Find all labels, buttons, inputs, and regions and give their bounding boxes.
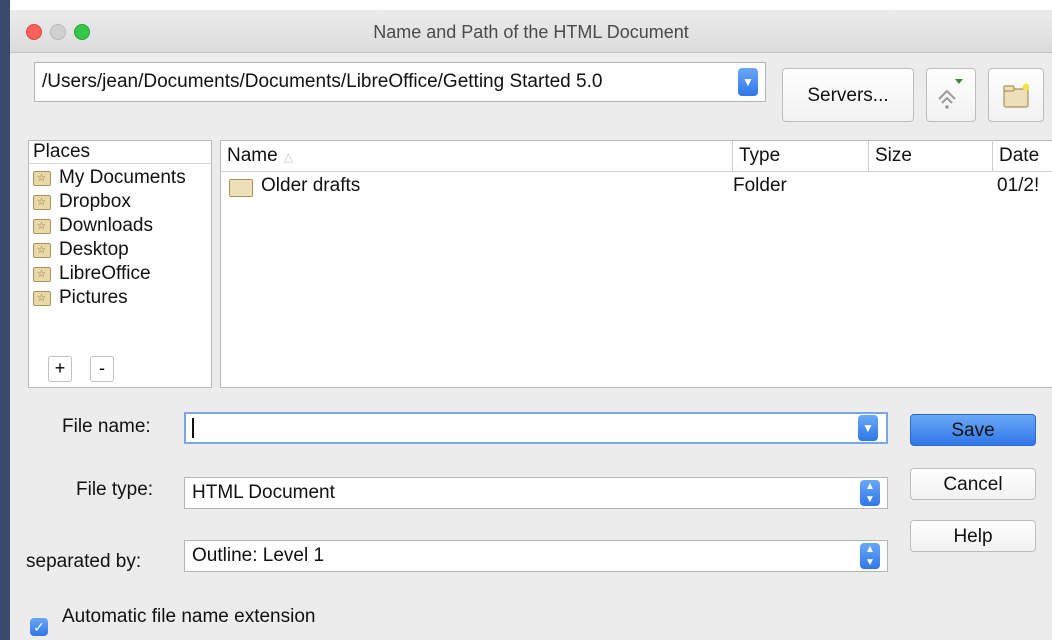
file-row-name[interactable]: Older drafts [261,175,360,197]
save-button[interactable]: Save [910,414,1036,446]
dialog-title: Name and Path of the HTML Document [373,22,689,42]
new-folder-button[interactable] [988,68,1044,122]
place-pictures[interactable]: ☆ Pictures [33,287,128,309]
text-caret [192,418,194,438]
place-downloads[interactable]: ☆ Downloads [33,215,153,237]
cancel-button[interactable]: Cancel [910,468,1036,500]
place-label: Dropbox [59,191,131,212]
column-name-label: Name [227,145,278,166]
place-dropbox[interactable]: ☆ Dropbox [33,191,131,213]
folder-icon: ☆ [33,194,51,210]
file-row-type: Folder [733,175,787,196]
file-type-dropdown-button[interactable]: ▲ ▼ [860,480,880,506]
places-panel: Places ☆ My Documents ☆ Dropbox ☆ Downloads… [28,140,212,388]
remove-place-button[interactable]: - [90,356,114,382]
new-folder-icon [1003,83,1030,108]
help-button[interactable]: Help [910,520,1036,552]
path-dropdown-button[interactable]: ▼ [738,68,758,96]
separated-by-select[interactable]: Outline: Level 1 [184,540,888,572]
chevron-down-icon: ▼ [862,421,874,435]
place-libreoffice[interactable]: ☆ LibreOffice [33,263,151,285]
top-strip [0,0,1052,8]
folder-icon [229,179,253,197]
place-label: Pictures [59,287,128,308]
folder-icon: ☆ [33,170,51,186]
separated-by-label: separated by: [26,551,142,572]
column-header-size[interactable]: Size [869,141,993,171]
auto-extension-label: Automatic file name extension [62,606,316,627]
path-value: /Users/jean/Documents/Documents/LibreOff… [42,71,603,92]
sort-ascending-icon: △ [283,150,293,164]
folder-icon: ☆ [33,218,51,234]
header-divider [221,171,1052,172]
place-label: Downloads [59,215,153,236]
file-name-dropdown-button[interactable]: ▼ [858,415,878,441]
file-type-select[interactable]: HTML Document [184,477,888,509]
auto-extension-checkbox[interactable]: ✓ [30,618,48,636]
folder-icon: ☆ [33,242,51,258]
column-header-date[interactable]: Date [993,141,1052,171]
places-divider [29,163,211,164]
add-place-button[interactable]: + [48,356,72,382]
titlebar: Name and Path of the HTML Document [10,10,1052,53]
separated-by-dropdown-button[interactable]: ▲ ▼ [860,543,880,569]
column-header-name[interactable]: Name △ [221,141,733,171]
up-one-level-button[interactable] [926,68,976,122]
places-header: Places [33,141,91,162]
separated-by-value: Outline: Level 1 [192,545,325,566]
up-one-level-icon [938,79,963,109]
save-dialog: Name and Path of the HTML Document /User… [10,10,1052,640]
servers-button[interactable]: Servers... [782,68,914,122]
folder-icon: ☆ [33,266,51,282]
file-type-value: HTML Document [192,482,335,503]
file-type-label: File type: [76,479,154,500]
file-name-input[interactable] [184,412,888,444]
place-label: LibreOffice [59,263,151,284]
file-list: Name △ Type Size Date Older drafts Folder… [220,140,1052,388]
place-my-documents[interactable]: ☆ My Documents [33,167,186,189]
place-desktop[interactable]: ☆ Desktop [33,239,129,261]
place-label: My Documents [59,167,186,188]
checkmark-icon: ✓ [33,619,45,635]
file-row-date: 01/2! [997,175,1040,196]
desktop-edge [0,0,10,640]
chevron-down-icon: ▼ [742,75,754,89]
folder-icon: ☆ [33,290,51,306]
column-header-type[interactable]: Type [733,141,869,171]
chevron-up-down-icon: ▲ ▼ [865,544,875,568]
chevron-up-down-icon: ▲ ▼ [865,481,875,505]
place-label: Desktop [59,239,129,260]
file-name-label: File name: [62,416,151,437]
path-combobox[interactable]: /Users/jean/Documents/Documents/LibreOff… [34,62,766,102]
